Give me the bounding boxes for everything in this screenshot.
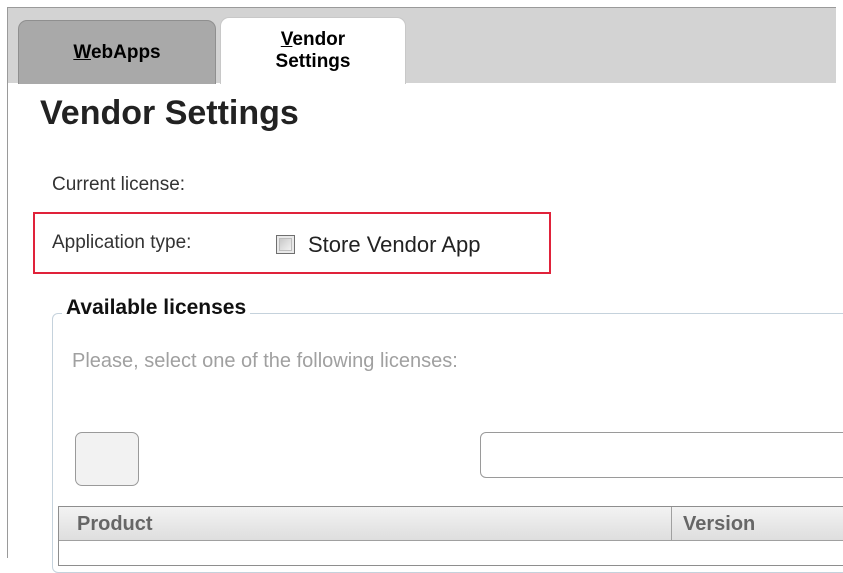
tab-vendor-settings[interactable]: Vendor Settings bbox=[220, 17, 406, 84]
application-type-label: Application type: bbox=[52, 232, 192, 253]
tab-webapps-label: WebApps bbox=[73, 41, 161, 63]
licenses-table-header: Product Version bbox=[59, 507, 843, 541]
column-header-product[interactable]: Product bbox=[77, 513, 153, 536]
content-left-border bbox=[7, 83, 8, 558]
current-license-label: Current license: bbox=[52, 174, 186, 195]
page-title: Vendor Settings bbox=[40, 94, 299, 132]
available-licenses-legend: Available licenses bbox=[62, 296, 251, 320]
licenses-filter-input[interactable] bbox=[480, 432, 843, 478]
tab-strip: WebApps Vendor Settings bbox=[7, 7, 836, 84]
vendor-settings-window: WebApps Vendor Settings Vendor Settings … bbox=[0, 0, 843, 573]
store-vendor-app-label[interactable]: Store Vendor App bbox=[308, 232, 480, 258]
licenses-action-button[interactable] bbox=[75, 432, 139, 486]
tab-vendor-settings-label: Vendor Settings bbox=[275, 29, 351, 72]
licenses-hint-text: Please, select one of the following lice… bbox=[72, 350, 458, 372]
licenses-table: Product Version bbox=[58, 506, 843, 566]
column-header-version[interactable]: Version bbox=[683, 513, 755, 536]
column-separator bbox=[671, 507, 672, 541]
store-vendor-app-checkbox[interactable] bbox=[276, 235, 295, 254]
tab-webapps[interactable]: WebApps bbox=[18, 20, 216, 84]
